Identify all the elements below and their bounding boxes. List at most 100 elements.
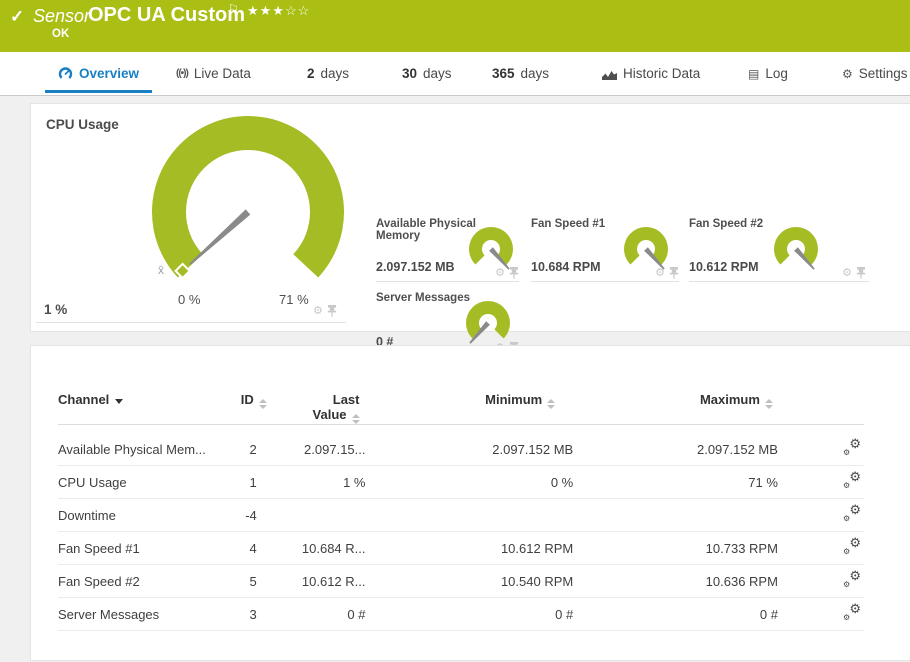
pin-icon[interactable] bbox=[509, 267, 519, 279]
column-header-minimum[interactable]: Minimum bbox=[367, 372, 576, 425]
tab-30-days-unit: days bbox=[423, 66, 452, 81]
channel-name[interactable]: Fan Speed #2 bbox=[58, 564, 217, 598]
channel-gear-icon[interactable]: ⚙ bbox=[495, 267, 505, 279]
table-row[interactable]: Downtime -4 ⚙ ⚙ bbox=[58, 498, 864, 532]
gear-icon: ⚙ bbox=[849, 501, 861, 517]
column-header-maximum-label: Maximum bbox=[699, 392, 760, 407]
pin-icon[interactable] bbox=[327, 305, 337, 317]
gauge-cell-fan-speed-2[interactable]: Fan Speed #2 10.612 RPM ⚙ bbox=[689, 217, 869, 282]
table-row[interactable]: CPU Usage 1 1 % 0 % 71 % ⚙ ⚙ bbox=[58, 465, 864, 499]
column-header-maximum[interactable]: Maximum bbox=[575, 372, 783, 425]
tab-365-days[interactable]: 365 days bbox=[492, 52, 549, 95]
gear-icon: ⚙ bbox=[843, 546, 851, 556]
channel-minimum: 10.612 RPM bbox=[367, 531, 576, 565]
channel-last-value: 0 # bbox=[266, 597, 368, 631]
pin-icon[interactable] bbox=[669, 267, 679, 279]
channel-settings-icon[interactable]: ⚙ ⚙ bbox=[843, 569, 861, 589]
table-row[interactable]: Fan Speed #1 4 10.684 R... 10.612 RPM 10… bbox=[58, 531, 864, 565]
gauge-label: Fan Speed #1 bbox=[531, 218, 606, 230]
channel-last-value: 1 % bbox=[266, 465, 368, 499]
tab-settings-label: Settings bbox=[858, 66, 908, 81]
gauge-cell-fan-speed-1[interactable]: Fan Speed #1 10.684 RPM ⚙ bbox=[531, 217, 679, 282]
channel-maximum: 2.097.152 MB bbox=[575, 424, 783, 466]
table-row[interactable]: Available Physical Mem... 2 2.097.15... … bbox=[58, 424, 864, 466]
channel-settings-icon[interactable]: ⚙ ⚙ bbox=[843, 600, 861, 622]
channel-gear-icon[interactable]: ⚙ bbox=[655, 267, 665, 279]
tab-historic-data-label: Historic Data bbox=[623, 66, 701, 81]
tab-2-days-unit: days bbox=[320, 66, 350, 81]
channel-maximum: 10.636 RPM bbox=[575, 564, 783, 598]
channel-settings-icon[interactable]: ⚙ ⚙ bbox=[843, 470, 861, 490]
tab-2-days[interactable]: 2 days bbox=[307, 52, 349, 95]
column-header-last-value[interactable]: Last Value bbox=[266, 372, 368, 425]
channel-settings-icon[interactable]: ⚙ ⚙ bbox=[843, 536, 861, 556]
priority-flag-icon[interactable]: ⚐ bbox=[228, 2, 239, 16]
cpu-gauge-min-label: 0 % bbox=[178, 292, 201, 307]
tab-30-days-number: 30 bbox=[402, 66, 418, 81]
column-header-id-label: ID bbox=[240, 392, 254, 407]
channel-minimum: 0 % bbox=[367, 465, 576, 499]
tab-historic-data[interactable]: Historic Data bbox=[602, 52, 700, 95]
column-header-last-line2: Value bbox=[312, 407, 347, 422]
column-header-minimum-label: Minimum bbox=[485, 392, 543, 407]
channel-last-value: 10.612 R... bbox=[266, 564, 368, 598]
gear-icon: ⚙ bbox=[849, 600, 861, 616]
pin-icon[interactable] bbox=[856, 267, 866, 279]
gauge-label: Fan Speed #2 bbox=[689, 218, 764, 230]
cpu-usage-gauge[interactable]: x̄ bbox=[148, 109, 348, 319]
tab-365-days-number: 365 bbox=[492, 66, 515, 81]
cpu-cell-actions: ⚙ bbox=[313, 305, 337, 317]
cpu-gauge-label: CPU Usage bbox=[46, 117, 119, 132]
channel-settings-icon[interactable]: ⚙ ⚙ bbox=[843, 435, 861, 457]
object-type-label: Sensor bbox=[33, 6, 91, 26]
channel-settings-icon[interactable]: ⚙ ⚙ bbox=[843, 501, 861, 523]
channel-table: Channel ID Last Value Minimum Maximum Av… bbox=[58, 372, 864, 631]
cpu-cell-divider bbox=[36, 322, 346, 323]
gauge-value: 10.684 RPM bbox=[531, 260, 601, 274]
sensor-status-text: OK bbox=[52, 28, 70, 40]
channel-maximum: 71 % bbox=[575, 465, 783, 499]
channel-name[interactable]: Available Physical Mem... bbox=[58, 424, 217, 466]
table-row[interactable]: Server Messages 3 0 # 0 # 0 # ⚙ ⚙ bbox=[58, 597, 864, 631]
channel-minimum: 10.540 RPM bbox=[367, 564, 576, 598]
sort-toggle-icon bbox=[547, 399, 556, 409]
column-header-channel[interactable]: Channel bbox=[58, 372, 217, 425]
channel-id: -4 bbox=[216, 498, 267, 532]
channel-name[interactable]: Server Messages bbox=[58, 597, 217, 631]
gear-icon: ⚙ bbox=[843, 513, 851, 523]
tab-log[interactable]: ▤ Log bbox=[748, 52, 788, 95]
gauge-value: 2.097.152 MB bbox=[376, 260, 455, 274]
table-header-row: Channel ID Last Value Minimum Maximum bbox=[58, 372, 864, 425]
gear-icon: ⚙ bbox=[849, 435, 861, 451]
stars-filled[interactable]: ★★★ bbox=[247, 3, 285, 18]
tab-live-data[interactable]: ((•)) Live Data bbox=[176, 52, 251, 95]
active-tab-underline bbox=[45, 90, 152, 93]
channel-name[interactable]: Downtime bbox=[58, 498, 217, 532]
table-row[interactable]: Fan Speed #2 5 10.612 R... 10.540 RPM 10… bbox=[58, 564, 864, 598]
channel-name[interactable]: Fan Speed #1 bbox=[58, 531, 217, 565]
channel-id: 3 bbox=[216, 597, 267, 631]
channel-gear-icon[interactable]: ⚙ bbox=[313, 305, 323, 317]
cell-actions: ⚙ bbox=[842, 267, 866, 279]
tab-overview[interactable]: Overview bbox=[45, 52, 152, 95]
column-header-id[interactable]: ID bbox=[216, 372, 267, 425]
stars-empty[interactable]: ☆☆ bbox=[285, 3, 310, 18]
tab-settings[interactable]: ⚙ Settings bbox=[842, 52, 908, 95]
tab-overview-label: Overview bbox=[78, 66, 140, 81]
cell-actions: ⚙ bbox=[655, 267, 679, 279]
tab-log-label: Log bbox=[765, 66, 788, 81]
gauge-label: Server Messages bbox=[376, 292, 470, 304]
cell-actions: ⚙ bbox=[495, 267, 519, 279]
gear-icon: ⚙ bbox=[843, 447, 851, 457]
sensor-name: OPC UA Custom bbox=[88, 4, 246, 26]
gauges-panel: CPU Usage x̄ 0 % 71 % 1 % ⚙ Available Ph… bbox=[30, 103, 910, 357]
sort-toggle-icon bbox=[764, 399, 773, 409]
channel-name[interactable]: CPU Usage bbox=[58, 465, 217, 499]
channel-id: 1 bbox=[216, 465, 267, 499]
priority-stars[interactable]: ★★★☆☆ bbox=[247, 3, 310, 19]
gauge-cell-available-physical-memory[interactable]: Available Physical Memory 2.097.152 MB ⚙ bbox=[376, 217, 519, 282]
channel-id: 2 bbox=[216, 424, 267, 466]
log-list-icon: ▤ bbox=[748, 66, 760, 81]
channel-gear-icon[interactable]: ⚙ bbox=[842, 267, 852, 279]
tab-30-days[interactable]: 30 days bbox=[402, 52, 452, 95]
